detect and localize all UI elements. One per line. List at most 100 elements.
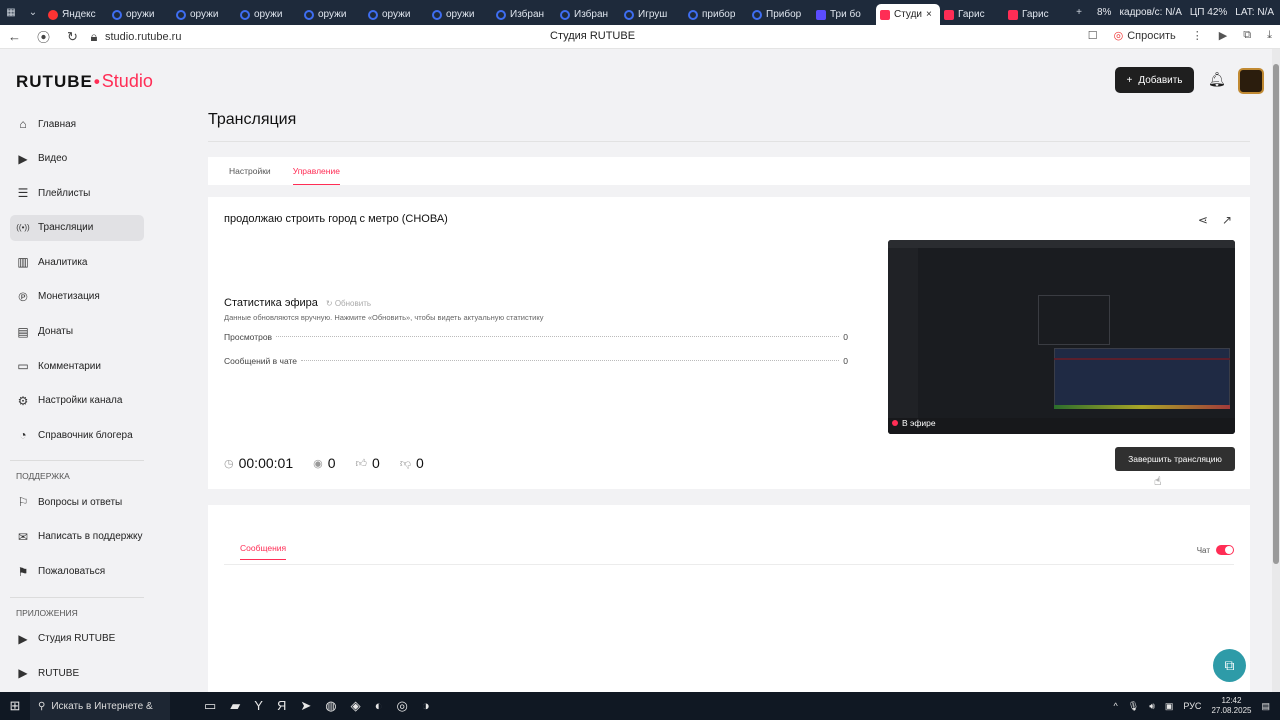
sidebar-item[interactable]: ⚑ Пожаловаться (10, 559, 144, 585)
share-icon[interactable]: ⋖ (1198, 213, 1208, 227)
sidebar-item[interactable]: ▶ Видео (10, 146, 144, 172)
stream-preview[interactable]: В эфире (888, 240, 1235, 434)
stream-meta: ◷ 00:00:01 ◉ 0 👍︎ 0 👎︎ 0 (224, 455, 424, 471)
sidebar-item[interactable]: ✉ Написать в поддержку (10, 524, 144, 550)
sidebar-item[interactable]: ◔ Справочник блогера (10, 422, 144, 448)
media-icon[interactable]: ▶ (1219, 29, 1227, 42)
collections-icon[interactable]: ⧉ (1243, 29, 1251, 42)
browser-menu-icon[interactable]: ▦ (0, 0, 22, 25)
reload-icon[interactable]: ↻ (58, 29, 87, 45)
game-icon[interactable]: ◈ (351, 698, 361, 714)
logo-studio: Studio (101, 71, 153, 91)
obs-icon[interactable]: ◎ (396, 698, 407, 714)
rutube-studio-logo[interactable]: RUTUBE • Studio (16, 71, 153, 92)
volume-icon[interactable]: 🔊︎ (1149, 701, 1155, 712)
yandex-browser-icon[interactable]: Y (254, 698, 263, 714)
sidebar-apps: ▶ Студия RUTUBE ▶ RUTUBE (10, 626, 144, 687)
sidebar-item[interactable]: ▤ Донаты (10, 319, 144, 345)
browser-tab[interactable]: Гарис (1004, 4, 1068, 25)
back-icon[interactable]: ← (0, 29, 29, 44)
browser-tab[interactable]: Студи × (876, 4, 940, 25)
browser-tab[interactable]: оружи (108, 4, 172, 25)
whatsapp-icon[interactable]: ◐ (375, 698, 383, 714)
views-value: 0 (843, 332, 848, 342)
sidebar-item[interactable]: ▶ RUTUBE (10, 660, 144, 686)
page-scrollbar[interactable] (1272, 49, 1280, 692)
edge-icon (304, 9, 314, 20)
task-view-icon[interactable]: ▭ (204, 698, 216, 714)
sidebar-item-label: Аналитика (38, 256, 88, 268)
dotted-leader (301, 360, 840, 361)
browser-tab-label: Прибор (766, 9, 802, 20)
notification-icon[interactable]: ▤ (1261, 701, 1270, 712)
lang-indicator[interactable]: РУС (1183, 701, 1201, 711)
live-badge: В эфире (892, 418, 936, 428)
sidebar-item[interactable]: ⚐ Вопросы и ответы (10, 489, 144, 515)
sidebar-item[interactable]: ((•)) Трансляции (10, 214, 144, 241)
browser-tab[interactable]: оружи (428, 4, 492, 25)
browser-tab[interactable]: Избран (492, 4, 556, 25)
browser-tab[interactable]: прибор (684, 4, 748, 25)
more-icon[interactable]: ⋮ (1192, 29, 1203, 42)
browser-tab-label: Гарис (1022, 9, 1049, 20)
windows-start-icon[interactable]: ⊞ (0, 698, 30, 714)
url-field[interactable]: studio.rutube.ru (105, 31, 181, 43)
sidebar-item[interactable]: ▭ Комментарии (10, 353, 144, 379)
support-chat-icon[interactable]: ⧉ (1213, 649, 1246, 682)
rutube-icon (1008, 9, 1018, 20)
sidebar-item[interactable]: ℗ Монетизация (10, 284, 144, 310)
steam-alt-icon[interactable]: ◑ (422, 698, 430, 714)
tab-settings[interactable]: Настройки (229, 157, 271, 185)
tab-manage[interactable]: Управление (292, 157, 340, 185)
chat-toggle-row: Чат (1197, 545, 1234, 555)
scroll-thumb[interactable] (1273, 64, 1279, 564)
preview-footer (888, 418, 1235, 434)
browser-tab[interactable]: оружи (172, 4, 236, 25)
browser-tab[interactable]: Яндекс (44, 4, 108, 25)
browser-tab[interactable]: Три бо (812, 4, 876, 25)
browser-tab[interactable]: Избран (556, 4, 620, 25)
close-tab-icon[interactable]: × (926, 9, 932, 20)
browser-page-title: Студия RUTUBE (550, 30, 636, 42)
browser-tab[interactable]: Гарис (940, 4, 1004, 25)
browser-tab[interactable]: оружи (236, 4, 300, 25)
end-stream-button[interactable]: Завершить трансляцию (1115, 447, 1235, 471)
avatar[interactable] (1238, 68, 1264, 94)
browser-tab[interactable]: оружи (300, 4, 364, 25)
sidebar-item[interactable]: ▶ Студия RUTUBE (10, 626, 144, 652)
sidebar-item[interactable]: ▥ Аналитика (10, 249, 144, 275)
home-icon: ⌂ (19, 117, 27, 131)
sidebar-item-label: Настройки канала (38, 395, 123, 407)
sidebar-item[interactable]: ⌂ Главная (10, 111, 144, 137)
sidebar-item[interactable]: ⚙ Настройки канала (10, 388, 144, 414)
tab-messages[interactable]: Сообщения (240, 543, 287, 560)
external-link-icon[interactable]: ↗ (1222, 213, 1232, 227)
edge-icon (496, 9, 506, 20)
clock[interactable]: 12:42 27.08.2025 (1211, 696, 1251, 716)
file-explorer-icon[interactable]: ▰ (230, 698, 240, 714)
download-icon[interactable]: ⤓ (1267, 29, 1272, 42)
tray-chevron-icon[interactable]: ^ (1114, 701, 1118, 711)
ask-button[interactable]: ◎ Спросить (1114, 29, 1176, 43)
browser-tab[interactable]: Прибор (748, 4, 812, 25)
sidebar-item[interactable]: ☰ Плейлисты (10, 180, 144, 206)
comments-icon: ▭ (17, 359, 29, 374)
taskbar-search[interactable]: ⚲ Искать в Интернете & (30, 692, 170, 720)
shield-icon[interactable]: ⦿ (29, 27, 58, 46)
network-icon[interactable]: ▣ (1165, 701, 1174, 712)
bell-icon[interactable]: 🔔︎ (1208, 71, 1226, 88)
new-tab-icon[interactable]: + (1068, 0, 1090, 25)
bookmark-icon[interactable]: ☐ (1088, 29, 1098, 42)
telegram-icon[interactable]: ➤ (300, 698, 311, 714)
yandex-icon[interactable]: Я (277, 698, 286, 714)
add-button[interactable]: + Добавить (1115, 67, 1194, 93)
tab-list-chevron-icon[interactable]: ⌄ (22, 0, 44, 25)
browser-tab[interactable]: оружи (364, 4, 428, 25)
thumbs-up-icon: 👍︎ (355, 457, 368, 470)
steam-icon[interactable]: ◍ (325, 698, 336, 714)
refresh-button[interactable]: ↻ Обновить (326, 299, 371, 308)
lat-readout: LAT: N/A (1235, 7, 1274, 18)
mic-icon[interactable]: 🎙︎ (1128, 701, 1139, 712)
browser-tab[interactable]: Игруш (620, 4, 684, 25)
chat-toggle[interactable] (1216, 545, 1234, 555)
